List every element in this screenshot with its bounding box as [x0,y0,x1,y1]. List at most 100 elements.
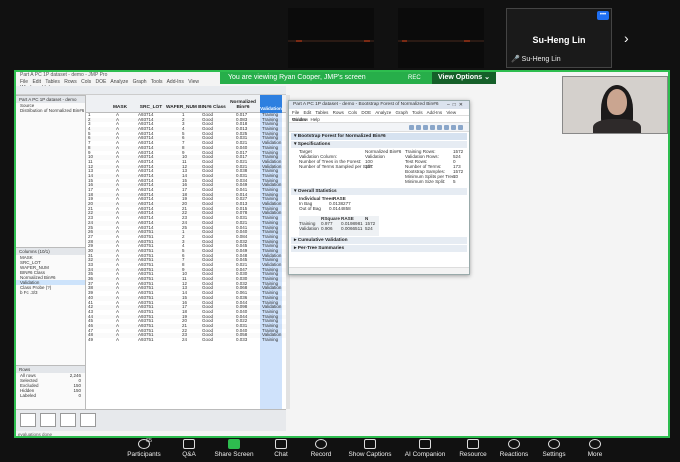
summary-cell: 524 [365,226,373,231]
resource-icon [467,439,479,449]
table-cell: 0.033 [236,337,248,342]
overall-summary-table: RSquare RASE N Training 0.977 0.0198981 1572 V… [299,216,379,236]
table-cell: 24 [182,337,188,342]
rec-indicator: REC [408,75,421,81]
column-header-validation[interactable]: Validation [260,95,282,113]
participant-thumbnail-dark[interactable] [398,8,484,68]
bootstrap-menu-bar-2[interactable]: Guides Help [289,116,469,123]
jmp-menu-bar[interactable]: File Edit Tables Rows Cols DOE Analyze G… [16,79,216,91]
table-cell: A [116,337,120,342]
chat-button[interactable]: Chat [270,439,292,458]
jmp-status-text: evaluations done [18,432,53,437]
table-script-item[interactable]: Distribution of Normalized Bin#6 [16,108,85,113]
row-stat-value: 0 [78,393,81,398]
more-button[interactable]: More [584,439,606,458]
column-header-src-lot[interactable]: SRC_LOT [138,105,164,110]
record-icon [315,439,327,449]
reactions-icon [508,439,520,449]
data-table-grid[interactable]: MASK SRC_LOT WAFER_NUM BIN#6 Class Norma… [86,95,286,409]
settings-button[interactable]: Settings [540,439,568,458]
next-page-arrow-icon[interactable]: › [624,30,629,46]
participant-footer-label: 🎤 Su-Heng Lin [511,56,561,63]
chat-icon [275,439,287,449]
column-header-normalized-bin6[interactable]: Normalized Bin#6 [228,100,258,110]
show-captions-button[interactable]: Show Captions [346,439,394,458]
bootstrap-toolbar[interactable] [289,123,469,132]
column-header-bin6-class[interactable]: BIN#6 Class [198,105,226,110]
participants-count: 65 [146,438,153,444]
spec-row: Minimum Size Split: 5 [405,179,467,184]
individual-trees-table: Individual Trees RASE In Bag 0.0138277 Out … [299,196,469,216]
participants-button[interactable]: 65 Participants [124,438,164,458]
report-thumbnail[interactable] [80,413,96,427]
individual-tree-value: 0.0144858 [329,206,351,211]
report-thumbnail[interactable] [60,413,76,427]
summary-cell: 0.0066511 [341,226,363,231]
qa-button[interactable]: Q&A [176,439,202,458]
window-controls-icon[interactable]: –□✕ [447,101,466,109]
participant-video-tile[interactable]: ••• Su-Heng Lin 🎤 Su-Heng Lin [506,8,612,68]
gear-icon [548,439,560,449]
record-button[interactable]: Record [308,439,334,458]
individual-tree-row: Out of Bag 0.0144858 [299,206,469,211]
bootstrap-window-title: Part A PC 1P dataset - demo - Bootstrap … [289,101,469,109]
meeting-toolbar: 65 Participants Q&A Share Screen Chat Re… [0,438,680,462]
participant-thumbnail-dark[interactable] [288,8,374,68]
column-header-wafer-num[interactable]: WAFER_NUM [166,105,197,110]
report-thumbnail[interactable] [20,413,36,427]
grid-header: MASK SRC_LOT WAFER_NUM BIN#6 Class Norma… [86,95,286,113]
column-header-mask[interactable]: MASK [110,105,130,110]
captions-icon [364,439,376,449]
specifications-block: Target Normalized Bin#6 Validation Column:… [289,149,469,187]
overall-statistics-header[interactable]: ▾ Overall Statistics [291,188,467,195]
table-cell: Good [202,337,214,342]
viewing-banner-text: You are viewing Ryan Cooper, JMP's scree… [228,74,366,81]
participant-name: Su-Heng Lin [532,35,586,45]
row-stat-label: Labeled [20,393,37,398]
spec-label: Number of Terms Sampled per Split: [299,164,373,169]
columns-panel-header[interactable]: Columns (10/1) [16,248,85,255]
viewing-banner: You are viewing Ryan Cooper, JMP's scree… [220,72,496,84]
spec-label: Minimum Size Split: [405,179,446,184]
cumulative-validation-header[interactable]: ▸ Cumulative Validation [291,237,467,244]
bootstrap-report-header[interactable]: ▾ Bootstrap Forest for Normalized Bin#6 [291,133,467,140]
column-list-item[interactable]: b Fc .3/3 [16,290,85,295]
jmp-toolbar[interactable] [16,86,286,95]
ai-companion-icon [419,439,431,449]
bootstrap-window-footer [289,267,469,274]
specifications-header[interactable]: ▾ Specifications [291,141,467,148]
jmp-left-panel: Part A PC 1P dataset - demo Source Distri… [16,95,86,409]
summary-cell: 0.906 [321,226,333,231]
qa-icon [183,439,195,449]
more-options-icon[interactable]: ••• [597,11,609,20]
individual-tree-label: Out of Bag [299,206,321,211]
more-icon [589,439,601,449]
reactions-button[interactable]: Reactions [498,439,530,458]
grid-rows: 1 A A93714 1 Good 0.017 Training 2 A A93714 2 Good 0… [86,112,286,343]
tables-panel-header[interactable]: Part A PC 1P dataset - demo [16,96,85,103]
spec-value: 107 [365,164,373,169]
bootstrap-forest-window: Part A PC 1P dataset - demo - Bootstrap … [288,100,470,275]
bootstrap-menu-bar[interactable]: File Edit Tables Rows Cols DOE Analyze G… [289,109,469,122]
ai-companion-button[interactable]: AI Companion [402,439,448,458]
spec-row: Number of Terms Sampled per Split: 107 [299,164,397,169]
thumbnail-strip [16,409,286,431]
jmp-window-title: Part A PC 1P dataset - demo - JMP Pro [20,72,108,78]
per-tree-summaries-header[interactable]: ▸ Per-Tree Summaries [291,245,467,252]
rows-panel-header[interactable]: Rows [16,366,85,373]
table-cell: Training [262,337,279,342]
shared-screen: Part A PC 1P dataset - demo - JMP Pro Fi… [14,70,670,438]
summary-row: Validation 0.906 0.0066511 524 [299,226,379,231]
share-screen-icon [228,439,240,449]
report-thumbnail[interactable] [40,413,56,427]
summary-row-label: Validation [299,226,319,231]
speaker-video[interactable] [562,76,668,134]
table-cell: 49 [88,337,94,342]
spec-value: 5 [453,179,456,184]
resource-button[interactable]: Resource [458,439,488,458]
view-options-button[interactable]: View Options ⌄ [431,72,496,84]
table-cell: A93751 [138,337,154,342]
share-screen-button[interactable]: Share Screen [212,439,256,458]
row-stat: Labeled 0 [16,393,85,398]
table-row[interactable]: 49 A A93751 24 Good 0.033 Training [86,337,286,343]
